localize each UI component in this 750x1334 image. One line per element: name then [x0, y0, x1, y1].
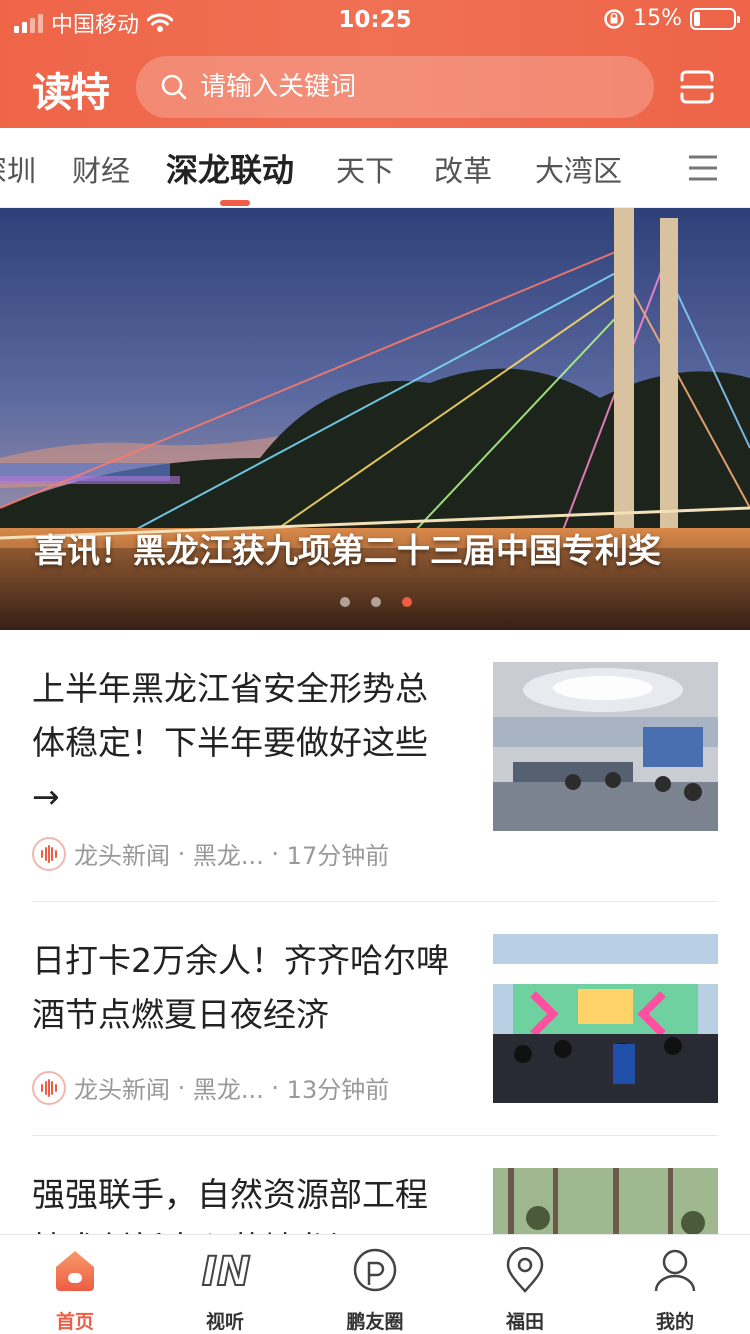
news-channel: 黑龙...: [192, 842, 264, 870]
channel-tabs: 深圳 财经 深龙联动 天下 改革 大湾区: [0, 128, 750, 208]
featured-banner[interactable]: 喜讯！黑龙江获九项第二十三届中国专利奖: [0, 208, 750, 630]
news-title[interactable]: 强强联手，自然资源部工程技术创新中心落地龙江: [32, 1168, 452, 1234]
nav-circle[interactable]: 鹏友圈: [300, 1235, 450, 1334]
nav-label: 我的: [655, 1311, 694, 1333]
app-header: 中国移动 10:25 15% 读特: [0, 0, 750, 128]
in-video-icon: IN: [201, 1248, 251, 1293]
news-title[interactable]: 日打卡2万余人！齐齐哈尔啤酒节点燃夏日夜经济: [32, 934, 452, 1042]
divider: [32, 901, 718, 902]
bottom-nav: 首页 IN 视听 鹏友圈 福田 我的: [0, 1234, 750, 1334]
location-pin-icon: [506, 1247, 544, 1293]
active-tab-indicator: [220, 200, 250, 206]
svg-text:IN: IN: [202, 1249, 250, 1293]
divider: [32, 1135, 718, 1136]
news-channel: 黑龙...: [192, 1076, 264, 1104]
news-time: 17分钟前: [286, 842, 390, 870]
rotation-lock-icon: [604, 8, 624, 29]
search-input[interactable]: [200, 72, 620, 102]
friends-circle-icon: [353, 1248, 397, 1292]
news-time: 13分钟前: [286, 1076, 390, 1104]
nav-label: 首页: [55, 1311, 94, 1333]
channel-menu-icon[interactable]: [688, 154, 718, 182]
news-thumbnail[interactable]: [493, 1168, 718, 1234]
app-logo: 读特: [32, 69, 110, 116]
thumbnail-image: [493, 1168, 718, 1234]
nav-label: 视听: [205, 1311, 244, 1333]
battery-icon: [690, 7, 740, 30]
carousel-dots: [340, 597, 412, 607]
nav-futian[interactable]: 福田: [450, 1235, 600, 1334]
news-source: 龙头新闻: [74, 842, 170, 870]
nav-label: 福田: [505, 1311, 544, 1333]
carousel-dot-active[interactable]: [402, 597, 412, 607]
status-bar: 中国移动 10:25 15%: [0, 0, 750, 40]
tab-finance[interactable]: 财经: [72, 148, 130, 190]
tab-shenlong[interactable]: 深龙联动: [166, 145, 294, 191]
source-icon: [32, 836, 66, 871]
news-title[interactable]: 上半年黑龙江省安全形势总体稳定！下半年要做好这些→: [32, 662, 452, 824]
source-icon: [32, 1070, 66, 1105]
news-thumbnail[interactable]: [493, 934, 718, 1103]
nav-video[interactable]: IN 视听: [150, 1235, 300, 1334]
thumbnail-image: [493, 662, 718, 831]
news-thumbnail[interactable]: [493, 662, 718, 831]
search-icon: [161, 74, 187, 100]
news-meta: 龙头新闻 · 黑龙... · 13分钟前: [32, 1070, 389, 1105]
news-meta: 龙头新闻 · 黑龙... · 17分钟前: [32, 836, 389, 871]
search-bar[interactable]: [136, 56, 654, 118]
battery-label: 15%: [633, 6, 682, 31]
news-source: 龙头新闻: [74, 1076, 170, 1104]
nav-label: 鹏友圈: [346, 1311, 404, 1333]
carousel-dot[interactable]: [371, 597, 381, 607]
news-item[interactable]: 日打卡2万余人！齐齐哈尔啤酒节点燃夏日夜经济 龙头新闻 · 黑龙... · 13…: [32, 934, 718, 1105]
banner-title[interactable]: 喜讯！黑龙江获九项第二十三届中国专利奖: [34, 524, 661, 572]
tab-reform[interactable]: 改革: [434, 148, 492, 190]
thumbnail-image: [493, 934, 718, 1103]
nav-home[interactable]: 首页: [0, 1235, 150, 1334]
home-icon: [56, 1251, 94, 1291]
nav-profile[interactable]: 我的: [600, 1235, 750, 1334]
news-item[interactable]: 上半年黑龙江省安全形势总体稳定！下半年要做好这些→ 龙头新闻 · 黑龙... ·…: [32, 662, 718, 872]
tab-world[interactable]: 天下: [336, 148, 394, 190]
tab-shenzhen[interactable]: 深圳: [0, 148, 36, 190]
tab-greater-bay[interactable]: 大湾区: [535, 148, 622, 190]
user-icon: [654, 1249, 696, 1292]
carousel-dot[interactable]: [340, 597, 350, 607]
scan-icon[interactable]: [680, 70, 714, 104]
news-item[interactable]: 强强联手，自然资源部工程技术创新中心落地龙江: [32, 1168, 718, 1234]
